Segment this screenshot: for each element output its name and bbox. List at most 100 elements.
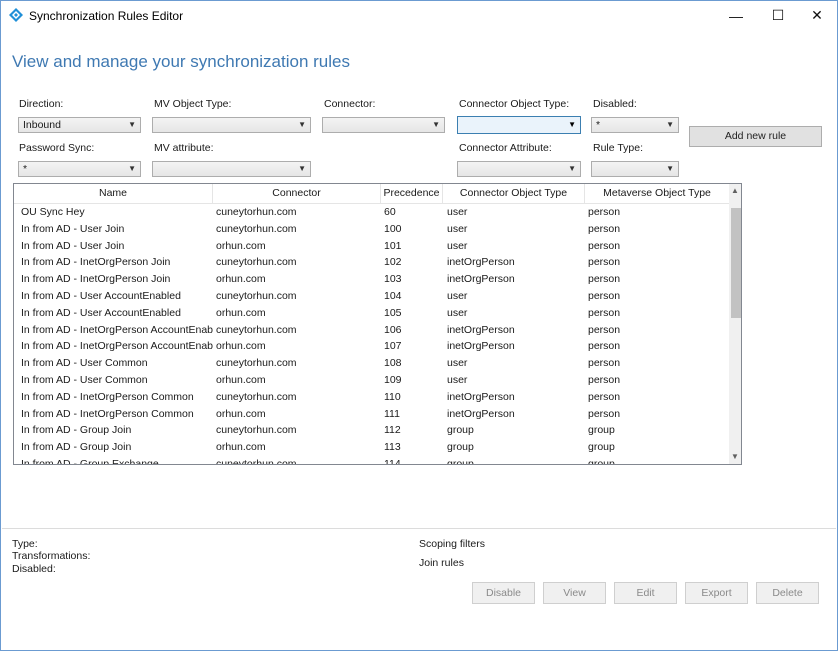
cell-precedence: 107 bbox=[384, 340, 402, 353]
cell-precedence: 101 bbox=[384, 239, 402, 252]
cell-precedence: 102 bbox=[384, 256, 402, 269]
table-row[interactable]: OU Sync Hey cuneytorhun.com 60 user person bbox=[14, 204, 729, 221]
cell-metaverse-object-type: person bbox=[588, 306, 621, 319]
cell-name: In from AD - InetOrgPerson Join bbox=[21, 273, 171, 286]
rules-table: Name Connector Precedence Connector Obje… bbox=[13, 183, 742, 465]
scroll-up-icon[interactable]: ▲ bbox=[729, 184, 741, 198]
connector-label: Connector: bbox=[324, 98, 376, 110]
cell-connector: cuneytorhun.com bbox=[216, 424, 297, 437]
cell-name: In from AD - User Common bbox=[21, 373, 148, 386]
cell-connector-object-type: group bbox=[447, 424, 474, 437]
window-title: Synchronization Rules Editor bbox=[29, 9, 184, 23]
cell-precedence: 105 bbox=[384, 306, 402, 319]
cell-name: In from AD - Group Join bbox=[21, 441, 132, 454]
rule-type-dropdown[interactable]: ▼ bbox=[591, 161, 679, 177]
cell-connector: cuneytorhun.com bbox=[216, 457, 297, 465]
disabled-detail-label: Disabled: bbox=[12, 563, 56, 575]
table-row[interactable]: In from AD - User Common cuneytorhun.com 1… bbox=[14, 355, 729, 372]
chevron-down-icon: ▼ bbox=[568, 120, 576, 129]
disabled-filter-label: Disabled: bbox=[593, 98, 637, 110]
password-sync-label: Password Sync: bbox=[19, 142, 95, 154]
scroll-down-icon[interactable]: ▼ bbox=[729, 450, 741, 464]
cell-name: OU Sync Hey bbox=[21, 206, 85, 218]
column-header-metaverse-object-type[interactable]: Metaverse Object Type bbox=[585, 184, 729, 203]
add-new-rule-button[interactable]: Add new rule bbox=[689, 126, 822, 147]
cell-name: In from AD - InetOrgPerson Common bbox=[21, 407, 194, 420]
cell-connector: orhun.com bbox=[216, 273, 266, 286]
column-header-connector-object-type[interactable]: Connector Object Type bbox=[443, 184, 585, 203]
cell-connector-object-type: user bbox=[447, 206, 468, 218]
cell-connector: orhun.com bbox=[216, 373, 266, 386]
table-row[interactable]: In from AD - Group Join cuneytorhun.com 11… bbox=[14, 422, 729, 439]
table-row[interactable]: In from AD - User Join orhun.com 101 user pe… bbox=[14, 238, 729, 255]
column-header-precedence[interactable]: Precedence bbox=[381, 184, 443, 203]
view-button[interactable]: View bbox=[543, 582, 606, 604]
connector-attribute-dropdown[interactable]: ▼ bbox=[457, 161, 581, 177]
cell-name: In from AD - InetOrgPerson Join bbox=[21, 256, 171, 269]
connector-dropdown[interactable]: ▼ bbox=[322, 117, 445, 133]
close-button[interactable]: ✕ bbox=[797, 1, 837, 30]
table-row[interactable]: In from AD - InetOrgPerson Common cuneyto… bbox=[14, 389, 729, 406]
password-sync-dropdown[interactable]: * ▼ bbox=[18, 161, 141, 177]
cell-precedence: 112 bbox=[384, 424, 401, 437]
table-row[interactable]: In from AD - InetOrgPerson Join cuneytorh… bbox=[14, 254, 729, 271]
rule-type-label: Rule Type: bbox=[593, 142, 644, 154]
cell-connector-object-type: inetOrgPerson bbox=[447, 273, 515, 286]
chevron-down-icon: ▼ bbox=[666, 164, 674, 173]
cell-connector-object-type: group bbox=[447, 441, 474, 454]
cell-metaverse-object-type: group bbox=[588, 424, 615, 437]
table-row[interactable]: In from AD - User Common orhun.com 109 user… bbox=[14, 372, 729, 389]
vertical-scrollbar[interactable]: ▲ ▼ bbox=[729, 184, 741, 464]
cell-connector-object-type: user bbox=[447, 222, 468, 235]
cell-metaverse-object-type: person bbox=[588, 407, 621, 420]
table-row[interactable]: In from AD - InetOrgPerson Common orhun.c… bbox=[14, 406, 729, 423]
table-row[interactable]: In from AD - InetOrgPerson AccountEnable… bbox=[14, 322, 729, 339]
edit-button[interactable]: Edit bbox=[614, 582, 677, 604]
direction-dropdown[interactable]: Inbound ▼ bbox=[18, 117, 141, 133]
type-label: Type: bbox=[12, 538, 38, 550]
column-header-name[interactable]: Name bbox=[14, 184, 213, 203]
scroll-thumb[interactable] bbox=[731, 208, 741, 318]
cell-name: In from AD - User Common bbox=[21, 357, 148, 370]
disabled-filter-dropdown[interactable]: * ▼ bbox=[591, 117, 679, 133]
cell-connector-object-type: user bbox=[447, 357, 468, 370]
page-heading: View and manage your synchronization rul… bbox=[12, 52, 350, 71]
connector-object-type-dropdown[interactable]: ▼ bbox=[457, 116, 581, 134]
table-row[interactable]: In from AD - InetOrgPerson AccountEnable… bbox=[14, 338, 729, 355]
column-header-connector[interactable]: Connector bbox=[213, 184, 381, 203]
chevron-down-icon: ▼ bbox=[568, 164, 576, 173]
cell-connector: cuneytorhun.com bbox=[216, 206, 297, 218]
cell-connector-object-type: inetOrgPerson bbox=[447, 340, 515, 353]
table-row[interactable]: In from AD - User AccountEnabled orhun.co… bbox=[14, 305, 729, 322]
chevron-down-icon: ▼ bbox=[128, 164, 136, 173]
table-row[interactable]: In from AD - User AccountEnabled cuneytor… bbox=[14, 288, 729, 305]
cell-metaverse-object-type: person bbox=[588, 340, 621, 353]
maximize-button[interactable]: ☐ bbox=[755, 1, 801, 30]
table-row[interactable]: In from AD - Group Join orhun.com 113 group… bbox=[14, 439, 729, 456]
cell-connector: orhun.com bbox=[216, 407, 266, 420]
mv-object-type-dropdown[interactable]: ▼ bbox=[152, 117, 311, 133]
disable-button[interactable]: Disable bbox=[472, 582, 535, 604]
table-header: Name Connector Precedence Connector Obje… bbox=[14, 184, 729, 204]
connector-attribute-label: Connector Attribute: bbox=[459, 142, 552, 154]
app-window: Synchronization Rules Editor — ☐ ✕ View … bbox=[0, 0, 838, 651]
cell-precedence: 111 bbox=[384, 407, 400, 420]
cell-connector-object-type: inetOrgPerson bbox=[447, 256, 515, 269]
minimize-button[interactable]: — bbox=[713, 1, 759, 30]
table-row[interactable]: In from AD - InetOrgPerson Join orhun.com… bbox=[14, 271, 729, 288]
cell-metaverse-object-type: person bbox=[588, 390, 621, 403]
cell-metaverse-object-type: person bbox=[588, 256, 621, 269]
cell-metaverse-object-type: person bbox=[588, 239, 621, 252]
table-row[interactable]: In from AD - User Join cuneytorhun.com 100… bbox=[14, 221, 729, 238]
cell-connector-object-type: inetOrgPerson bbox=[447, 407, 515, 420]
cell-precedence: 103 bbox=[384, 273, 402, 286]
mv-attribute-dropdown[interactable]: ▼ bbox=[152, 161, 311, 177]
chevron-down-icon: ▼ bbox=[432, 120, 440, 129]
cell-metaverse-object-type: person bbox=[588, 357, 621, 370]
table-row[interactable]: In from AD - Group Exchange cuneytorhun.c… bbox=[14, 456, 729, 465]
cell-name: In from AD - Group Join bbox=[21, 424, 132, 437]
cell-precedence: 60 bbox=[384, 206, 396, 218]
export-button[interactable]: Export bbox=[685, 582, 748, 604]
cell-connector: orhun.com bbox=[216, 340, 266, 353]
delete-button[interactable]: Delete bbox=[756, 582, 819, 604]
